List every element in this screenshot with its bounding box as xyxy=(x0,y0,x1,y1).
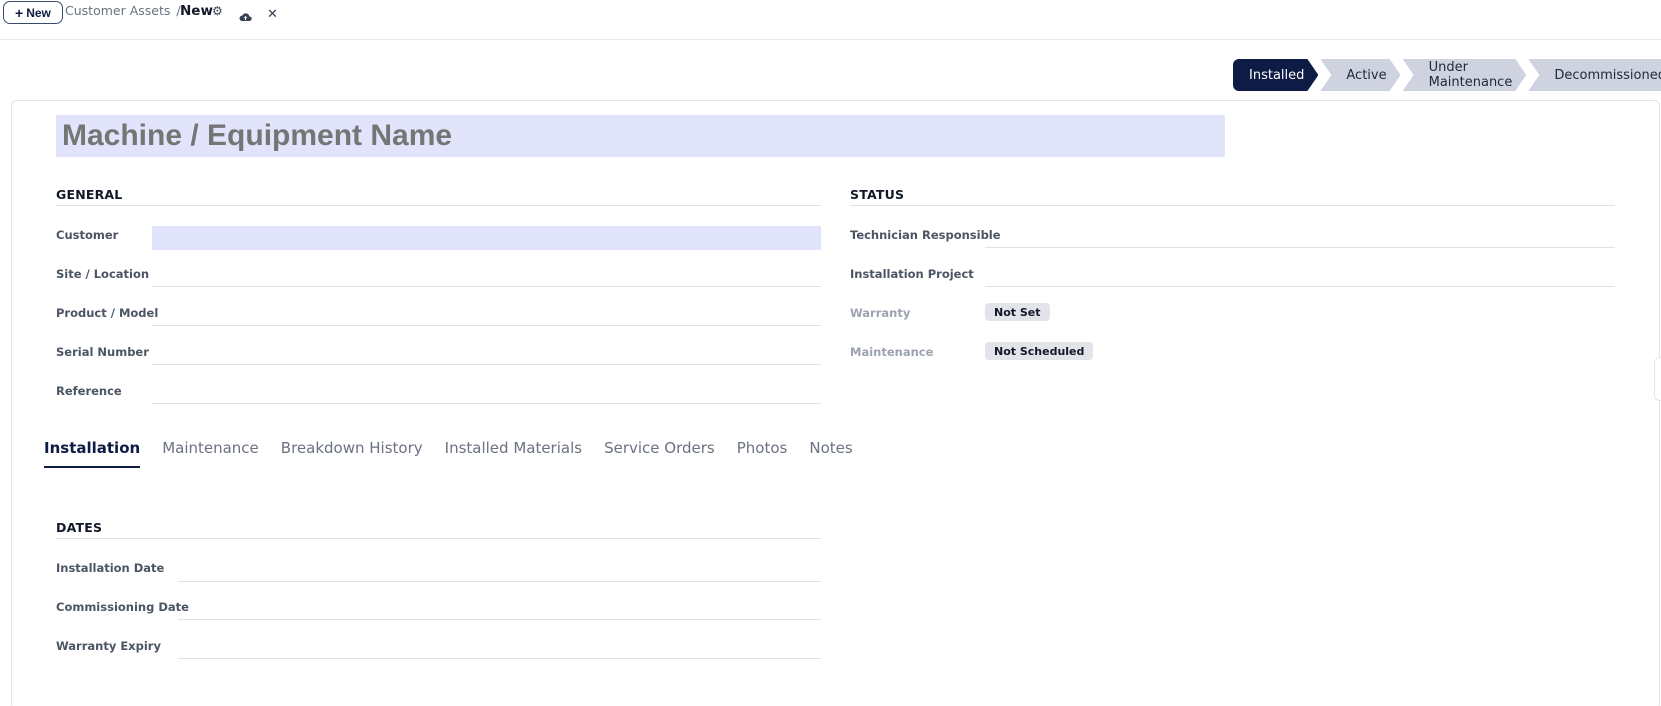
tab-photos[interactable]: Photos xyxy=(737,439,788,468)
status-section-title: STATUS xyxy=(850,187,905,202)
plus-icon: + xyxy=(15,4,24,21)
stage-installed[interactable]: Installed xyxy=(1233,59,1318,91)
breadcrumb-parent-link[interactable]: Customer Assets xyxy=(65,3,170,18)
general-section-divider xyxy=(56,205,821,206)
site-location-label: Site / Location xyxy=(56,267,150,281)
stage-under-maintenance[interactable]: Under Maintenance xyxy=(1403,59,1527,91)
stage-decommissioned[interactable]: Decommissioned xyxy=(1528,59,1661,91)
serial-number-input[interactable] xyxy=(152,364,821,365)
tab-installation[interactable]: Installation xyxy=(44,439,141,468)
notebook-tabs: Installation Maintenance Breakdown Histo… xyxy=(44,439,853,468)
product-model-input[interactable] xyxy=(152,325,821,326)
chatter-toggle-handle[interactable] xyxy=(1654,357,1661,401)
commissioning-date-label: Commissioning Date xyxy=(56,600,189,614)
dates-section-title: DATES xyxy=(56,520,103,535)
product-model-label: Product / Model xyxy=(56,306,159,320)
general-section-title: GENERAL xyxy=(56,187,123,202)
breadcrumb: Customer Assets / xyxy=(65,3,187,18)
warranty-expiry-label: Warranty Expiry xyxy=(56,639,161,653)
customer-label: Customer xyxy=(56,228,119,242)
new-button-label: New xyxy=(26,5,51,20)
close-icon[interactable]: ✕ xyxy=(267,8,278,21)
serial-number-label: Serial Number xyxy=(56,345,149,359)
breadcrumb-current: New xyxy=(180,3,213,19)
installation-project-input[interactable] xyxy=(985,286,1615,287)
technician-label: Technician Responsible xyxy=(850,228,1001,242)
reference-label: Reference xyxy=(56,384,122,398)
tab-notes[interactable]: Notes xyxy=(809,439,852,468)
warranty-expiry-input[interactable] xyxy=(178,658,821,659)
warranty-label: Warranty xyxy=(850,306,911,320)
installation-date-input[interactable] xyxy=(178,581,821,582)
gear-icon[interactable]: ⚙ xyxy=(212,4,223,18)
technician-input[interactable] xyxy=(985,247,1615,248)
tab-breakdown-history[interactable]: Breakdown History xyxy=(281,439,423,468)
stage-active[interactable]: Active xyxy=(1320,59,1400,91)
tab-service-orders[interactable]: Service Orders xyxy=(604,439,715,468)
top-control-panel: + New Customer Assets / New ⚙ ✕ xyxy=(0,0,1661,40)
dates-section-divider xyxy=(56,538,821,539)
installation-date-label: Installation Date xyxy=(56,561,165,575)
cloud-upload-icon[interactable] xyxy=(239,7,252,26)
tab-maintenance[interactable]: Maintenance xyxy=(162,439,259,468)
maintenance-status-badge: Not Scheduled xyxy=(985,342,1094,360)
new-button[interactable]: + New xyxy=(3,1,63,24)
status-bar: Installed Active Under Maintenance Decom… xyxy=(1233,59,1661,91)
commissioning-date-input[interactable] xyxy=(178,619,821,620)
maintenance-label: Maintenance xyxy=(850,345,934,359)
warranty-status-badge: Not Set xyxy=(985,303,1050,321)
tab-installed-materials[interactable]: Installed Materials xyxy=(445,439,582,468)
reference-input[interactable] xyxy=(152,403,821,404)
customer-input[interactable] xyxy=(152,226,821,250)
installation-project-label: Installation Project xyxy=(850,267,974,281)
equipment-name-input[interactable] xyxy=(56,115,1225,157)
status-section-divider xyxy=(850,205,1615,206)
site-location-input[interactable] xyxy=(152,286,821,287)
